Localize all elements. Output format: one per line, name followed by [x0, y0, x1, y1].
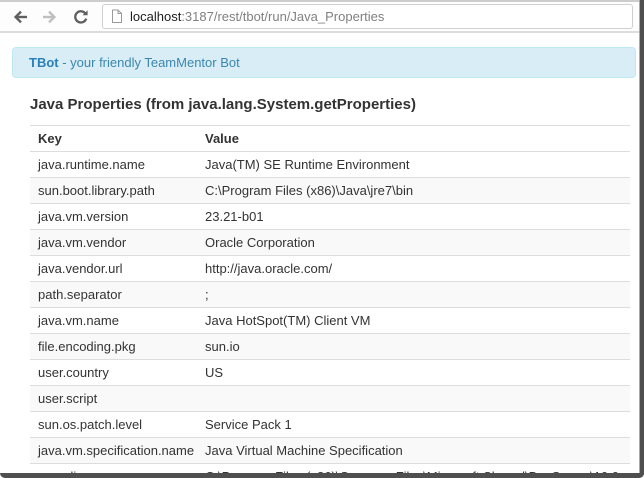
- window-frame-bottom: [0, 473, 644, 478]
- table-row: sun.boot.library.path C:\Program Files (…: [30, 178, 630, 204]
- window-frame-right: [639, 0, 644, 478]
- property-key: sun.boot.library.path: [30, 178, 197, 204]
- table-header-row: Key Value: [30, 126, 630, 152]
- property-value: US: [197, 360, 630, 386]
- tbot-info-banner: TBot - your friendly TeamMentor Bot: [12, 47, 636, 78]
- table-row: user.script: [30, 386, 630, 412]
- table-row: java.vm.vendor Oracle Corporation: [30, 230, 630, 256]
- property-key: sun.os.patch.level: [30, 412, 197, 438]
- property-value: sun.io: [197, 334, 630, 360]
- url-host: localhost: [130, 9, 181, 24]
- table-row: file.encoding.pkg sun.io: [30, 334, 630, 360]
- property-value: Java HotSpot(TM) Client VM: [197, 308, 630, 334]
- property-value: http://java.oracle.com/: [197, 256, 630, 282]
- page-title: Java Properties (from java.lang.System.g…: [30, 96, 634, 113]
- browser-window: localhost:3187/rest/tbot/run/Java_Proper…: [0, 0, 644, 478]
- document-page-icon: [111, 9, 123, 24]
- property-key: path.separator: [30, 282, 197, 308]
- column-header-key: Key: [30, 126, 197, 152]
- property-value: Service Pack 1: [197, 412, 630, 438]
- property-key: java.vm.version: [30, 204, 197, 230]
- table-row: java.vm.specification.name Java Virtual …: [30, 438, 630, 464]
- property-value: 23.21-b01: [197, 204, 630, 230]
- java-properties-table: Key Value java.runtime.name Java(TM) SE …: [30, 125, 630, 478]
- table-row: java.vendor.url http://java.oracle.com/: [30, 256, 630, 282]
- browser-toolbar: localhost:3187/rest/tbot/run/Java_Proper…: [0, 0, 644, 33]
- property-value: Java Virtual Machine Specification: [197, 438, 630, 464]
- table-row: user.country US: [30, 360, 630, 386]
- property-key: user.country: [30, 360, 197, 386]
- property-value: ;: [197, 282, 630, 308]
- tbot-tagline: - your friendly TeamMentor Bot: [59, 55, 240, 70]
- back-button[interactable]: [8, 4, 34, 30]
- property-key: java.vm.specification.name: [30, 438, 197, 464]
- tbot-brand-link[interactable]: TBot: [29, 55, 59, 70]
- forward-arrow-icon: [39, 7, 59, 27]
- property-key: java.vm.vendor: [30, 230, 197, 256]
- property-value: C:\Program Files (x86)\Java\jre7\bin: [197, 178, 630, 204]
- address-bar[interactable]: localhost:3187/rest/tbot/run/Java_Proper…: [102, 4, 633, 29]
- forward-button[interactable]: [36, 4, 62, 30]
- table-row: java.vm.version 23.21-b01: [30, 204, 630, 230]
- url-text: localhost:3187/rest/tbot/run/Java_Proper…: [130, 9, 384, 24]
- table-row: sun.os.patch.level Service Pack 1: [30, 412, 630, 438]
- column-header-value: Value: [197, 126, 630, 152]
- table-row: java.runtime.name Java(TM) SE Runtime En…: [30, 152, 630, 178]
- table-row: path.separator ;: [30, 282, 630, 308]
- property-key: user.script: [30, 386, 197, 412]
- property-value: Java(TM) SE Runtime Environment: [197, 152, 630, 178]
- back-arrow-icon: [11, 7, 31, 27]
- reload-button[interactable]: [68, 4, 94, 30]
- property-value: Oracle Corporation: [197, 230, 630, 256]
- property-value: [197, 386, 630, 412]
- properties-table-body: java.runtime.name Java(TM) SE Runtime En…: [30, 152, 630, 478]
- property-key: file.encoding.pkg: [30, 334, 197, 360]
- property-key: java.vendor.url: [30, 256, 197, 282]
- url-path: :3187/rest/tbot/run/Java_Properties: [181, 9, 384, 24]
- reload-icon: [71, 7, 91, 27]
- page-content: TBot - your friendly TeamMentor Bot Java…: [0, 47, 644, 478]
- window-frame-top: [0, 0, 644, 2]
- property-key: java.vm.name: [30, 308, 197, 334]
- property-key: java.runtime.name: [30, 152, 197, 178]
- table-row: java.vm.name Java HotSpot(TM) Client VM: [30, 308, 630, 334]
